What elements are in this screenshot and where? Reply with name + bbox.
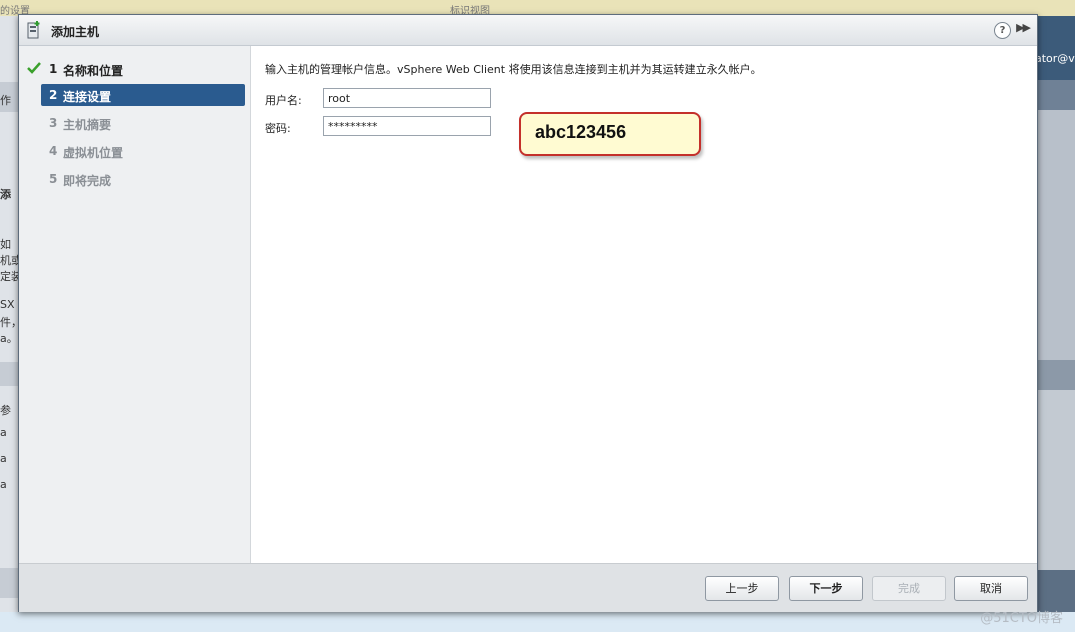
step-number: 4 <box>49 144 58 158</box>
next-button[interactable]: 下一步 <box>789 576 863 601</box>
background-bottom-bar <box>0 612 1075 632</box>
wizard-step-name-location[interactable]: 1 名称和位置 <box>27 58 246 80</box>
step-label: 即将完成 <box>63 174 112 188</box>
background-right-band <box>1035 110 1075 360</box>
step-label: 连接设置 <box>63 90 112 104</box>
background-left-text: 定装 <box>0 270 18 283</box>
help-icon[interactable]: ? <box>994 22 1011 39</box>
background-left-text: 如 <box>0 238 11 251</box>
expand-icon[interactable]: ▶▶ <box>1016 21 1031 34</box>
wizard-content: 输入主机的管理帐户信息。vSphere Web Client 将使用该信息连接到… <box>251 46 1037 563</box>
step-label: 名称和位置 <box>63 64 124 78</box>
wizard-steps-panel: 1 名称和位置 2 连接设置 3 主机摘要 4 虚拟机位置 5 即将完成 <box>19 46 251 563</box>
background-left-text: a <box>0 452 7 465</box>
background-left-text: 件， <box>0 316 18 329</box>
back-button[interactable]: 上一步 <box>705 576 779 601</box>
check-icon <box>27 62 41 74</box>
step-number: 3 <box>49 116 58 130</box>
username-label: 用户名: <box>265 94 302 107</box>
background-left-text: a <box>0 426 7 439</box>
background-left-panel: 作 添 如 机或 定装 SX 件， a。 参 a a a <box>0 16 18 616</box>
step-number: 1 <box>49 62 58 76</box>
step-label: 虚拟机位置 <box>63 146 124 160</box>
finish-button[interactable]: 完成 <box>872 576 946 601</box>
cancel-button[interactable]: 取消 <box>954 576 1028 601</box>
wizard-step-ready-to-complete: 5 即将完成 <box>27 168 246 190</box>
background-right-band <box>1035 16 1075 80</box>
dialog-title-bar[interactable]: 添加主机 ? ▶▶ <box>19 15 1037 46</box>
instruction-text: 输入主机的管理帐户信息。vSphere Web Client 将使用该信息连接到… <box>265 63 762 76</box>
wizard-step-connection-settings[interactable]: 2 连接设置 <box>41 84 245 106</box>
background-right-band <box>1035 80 1075 110</box>
background-left-text: a。 <box>0 332 18 345</box>
background-left-strip <box>0 568 18 598</box>
background-left-text: 参 <box>0 404 11 417</box>
add-host-dialog: 添加主机 ? ▶▶ 1 名称和位置 2 连接设置 3 主机摘要 4 虚拟机位置 … <box>18 14 1038 612</box>
password-input[interactable] <box>323 116 491 136</box>
step-number: 5 <box>49 172 58 186</box>
background-left-text: SX <box>0 298 15 311</box>
wizard-footer: 上一步 下一步 完成 取消 <box>19 563 1037 612</box>
step-label: 主机摘要 <box>63 118 112 132</box>
background-left-text: a <box>0 478 7 491</box>
background-right-band <box>1035 390 1075 570</box>
background-left-text: 作 <box>0 94 11 107</box>
host-icon <box>27 21 40 39</box>
background-right-band <box>1035 360 1075 390</box>
background-left-text: 添 <box>0 188 11 201</box>
watermark: @51CTO博客 <box>980 611 1063 626</box>
background-left-strip <box>0 362 18 386</box>
background-left-text: 机或 <box>0 254 18 267</box>
password-label: 密码: <box>265 122 291 135</box>
step-number: 2 <box>49 88 58 102</box>
background-right-panel: ator@v <box>1035 16 1075 616</box>
dialog-title: 添加主机 <box>51 25 100 39</box>
wizard-step-vm-location: 4 虚拟机位置 <box>27 140 246 162</box>
username-input[interactable] <box>323 88 491 108</box>
password-annotation-callout: abc123456 <box>519 112 701 156</box>
background-user-text: ator@v <box>1035 52 1075 65</box>
wizard-step-host-summary: 3 主机摘要 <box>27 112 246 134</box>
